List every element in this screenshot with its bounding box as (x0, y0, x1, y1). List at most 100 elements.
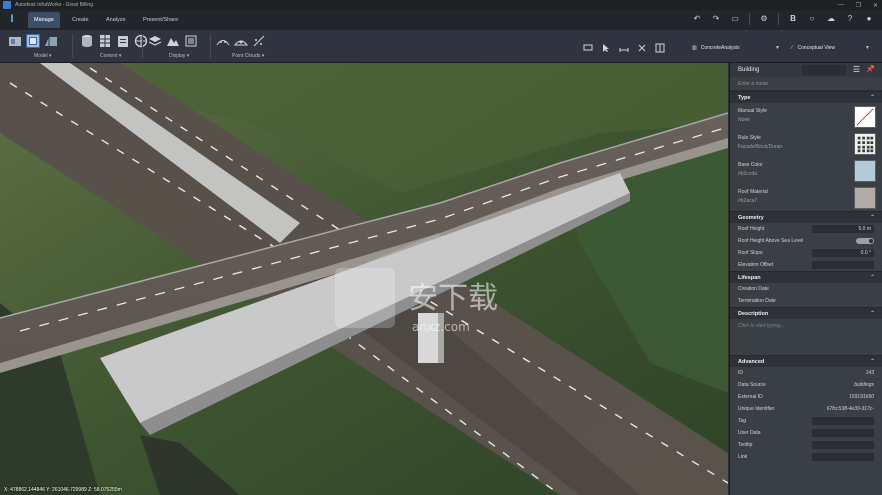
rule-style-row[interactable]: Rule Style Facade/Brick/Doran (730, 130, 882, 157)
measure-icon[interactable] (619, 43, 629, 53)
chevron-up-icon: ⌃ (869, 311, 875, 317)
model-settings-icon[interactable] (26, 34, 40, 48)
roof-slope-input[interactable]: 0.0 ° (812, 249, 874, 257)
rule-style-swatch[interactable] (854, 133, 876, 155)
list-panel-icon[interactable] (184, 34, 198, 48)
menu-tab-bar: I Manage Create Analyze Present/Share ↶ … (0, 10, 882, 30)
elevation-offset-input[interactable] (812, 261, 874, 269)
user-data-input[interactable] (812, 429, 874, 437)
link-input[interactable] (812, 453, 874, 461)
data-sources-icon[interactable] (80, 34, 94, 48)
layers-icon[interactable] (148, 34, 162, 48)
bold-b-icon[interactable]: B (788, 13, 798, 25)
ribbon-group-label-display[interactable]: Display ▾ (169, 53, 189, 59)
roof-material-swatch[interactable] (854, 187, 876, 209)
ribbon-group-label-content[interactable]: Content ▾ (100, 53, 121, 59)
save-icon[interactable]: ▭ (730, 13, 740, 25)
roof-height-asl-toggle[interactable] (856, 238, 874, 244)
style-rule-dropdown[interactable]: ▥ ConcreteAnalysis ▼ (692, 43, 780, 53)
base-color-row[interactable]: Base Color #b3ccda (730, 157, 882, 184)
description-area[interactable] (730, 333, 882, 355)
3d-viewport[interactable]: 安下载 anxz.com X: 478862.144846 Y: 261046.… (0, 63, 728, 495)
ribbon-group-display: Display ▾ (148, 32, 198, 62)
point-cloud-icon[interactable] (216, 34, 230, 48)
close-button[interactable]: ✕ (873, 2, 878, 9)
properties-panel: Building ☰ 📌 Enter a name Type ⌃ Manual … (729, 63, 882, 495)
user-avatar-icon[interactable]: ● (864, 13, 874, 25)
chevron-up-icon: ⌃ (869, 275, 875, 281)
elevation-offset-row: Elevation Offset (730, 259, 882, 271)
menu-icon[interactable]: ☰ (853, 65, 860, 74)
description-input[interactable]: Click to start typing... (730, 319, 882, 333)
roof-height-asl-row: Roof Height Above Sea Level (730, 235, 882, 247)
name-input[interactable]: Enter a name (730, 77, 882, 91)
settings-gear-icon[interactable]: ⚙ (759, 13, 769, 25)
panel-header-field[interactable] (802, 65, 846, 75)
toolbar-separator (749, 13, 750, 25)
ribbon-group-content: Content ▾ (80, 32, 148, 62)
tab-analyze[interactable]: Analyze (100, 12, 132, 28)
pin-icon[interactable]: 📌 (866, 65, 875, 73)
termination-date-row[interactable]: Termination Date (730, 295, 882, 307)
base-color-swatch[interactable] (854, 160, 876, 182)
section-lifespan[interactable]: Lifespan ⌃ (730, 271, 882, 283)
ribbon-group-model: Model ▾ (8, 32, 58, 62)
infraworks-logo-icon[interactable]: I (5, 12, 19, 26)
tooltip-input[interactable] (812, 441, 874, 449)
top-right-toolbar: ↶ ↷ ▭ ⚙ B ○ ☁ ? ● (692, 13, 874, 25)
toolbar-separator (778, 13, 779, 25)
advanced-link-row: Link (730, 451, 882, 463)
ribbon-group-label-point-clouds[interactable]: Point Clouds ▾ (232, 53, 264, 59)
table-icon[interactable] (98, 34, 112, 48)
tab-present-share[interactable]: Present/Share (137, 12, 184, 28)
chevron-up-icon: ⌃ (869, 359, 875, 365)
tab-manage[interactable]: Manage (28, 12, 60, 28)
advanced-external-id-row: External ID 159191690 (738, 394, 874, 400)
advanced-id-row: ID 143 (738, 370, 874, 376)
view-tools (583, 43, 665, 53)
section-type[interactable]: Type ⌃ (730, 91, 882, 103)
roof-height-input[interactable]: 5.0 m (812, 225, 874, 233)
model-explorer-icon[interactable] (44, 34, 58, 48)
split-view-icon[interactable] (655, 43, 665, 53)
ribbon-group-label-model[interactable]: Model ▾ (34, 53, 52, 59)
tab-create[interactable]: Create (66, 12, 95, 28)
section-geometry[interactable]: Geometry ⌃ (730, 211, 882, 223)
clipboard-icon[interactable] (116, 34, 130, 48)
window-controls: — ❐ ✕ (838, 0, 878, 10)
tag-input[interactable] (812, 417, 874, 425)
coordinate-readout: X: 478862.144846 Y: 261046.729989 Z: 58.… (4, 487, 122, 493)
point-cloud-terrain-icon[interactable] (234, 34, 248, 48)
maximize-button[interactable]: ❐ (856, 2, 861, 9)
redo-icon[interactable]: ↷ (711, 13, 721, 25)
scissors-icon[interactable] (637, 43, 647, 53)
manual-style-swatch[interactable] (854, 106, 876, 128)
model-properties-icon[interactable] (8, 34, 22, 48)
help-icon[interactable]: ? (845, 13, 855, 25)
manual-style-row[interactable]: Manual Style None (730, 103, 882, 130)
creation-date-row[interactable]: Creation Date (730, 283, 882, 295)
section-advanced[interactable]: Advanced ⌃ (730, 355, 882, 367)
cloud-icon[interactable]: ☁ (826, 13, 836, 25)
advanced-unique-id-row: Unique Identifier 67fcc538-4e39-317c- (738, 406, 874, 412)
terrain-icon[interactable] (166, 34, 180, 48)
globe-icon[interactable] (134, 34, 148, 48)
search-icon[interactable]: ○ (807, 13, 817, 25)
app-icon (3, 1, 11, 9)
point-cloud-modeling-icon[interactable] (252, 34, 266, 48)
minimize-button[interactable]: — (838, 2, 844, 8)
view-mode-icon: ⟋ (790, 45, 794, 51)
ribbon-divider (142, 34, 143, 58)
ribbon: Model ▾ Content ▾ Display ▾ Point Clouds… (0, 30, 882, 63)
select-box-icon[interactable] (583, 43, 593, 53)
roof-material-row[interactable]: Roof Material #b2aca7 (730, 184, 882, 211)
roof-height-row: Roof Height 5.0 m (730, 223, 882, 235)
select-cursor-icon[interactable] (601, 43, 611, 53)
undo-icon[interactable]: ↶ (692, 13, 702, 25)
panel-header: Building ☰ 📌 (730, 63, 882, 77)
chevron-up-icon: ⌃ (869, 95, 875, 101)
panel-title: Building (738, 67, 760, 73)
view-mode-dropdown[interactable]: ⟋ Conceptual View ▼ (790, 43, 870, 53)
scene-render: 安下载 anxz.com (0, 63, 728, 495)
section-description[interactable]: Description ⌃ (730, 307, 882, 319)
